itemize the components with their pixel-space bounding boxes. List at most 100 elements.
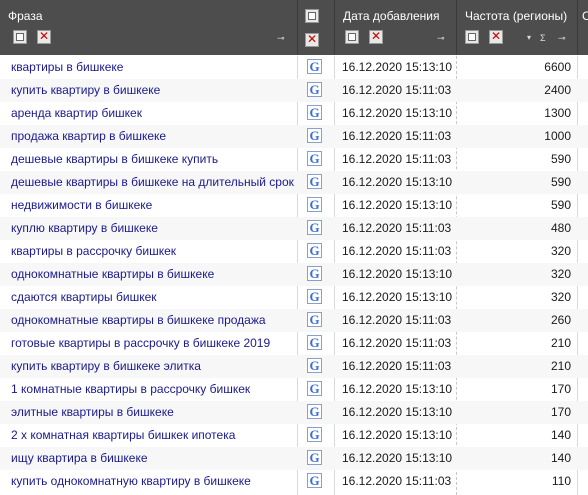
phrase-link[interactable]: дешевые квартиры в бишкеке на длительный… [11, 171, 294, 194]
clear-filter-icon[interactable]: ✕ [305, 32, 319, 47]
phrase-link[interactable]: недвижимости в бишкеке [11, 194, 152, 217]
pin-icon[interactable]: ⊸ [277, 33, 285, 44]
phrase-link[interactable]: элитные квартиры в бишкеке [11, 401, 174, 424]
google-g-icon[interactable]: G [307, 335, 322, 350]
table-row[interactable]: элитные квартиры в бишкеке G 16.12.2020 15… [0, 401, 588, 424]
table-row[interactable]: купить квартиру в бишкеке G 16.12.2020 15:… [0, 79, 588, 102]
table-row[interactable]: ищу квартира в бишкеке G 16.12.2020 15:13:… [0, 447, 588, 470]
table-row[interactable]: квартиры в бишкеке G 16.12.2020 15:13:10 66… [0, 56, 588, 79]
frequency-cell: 210 [550, 336, 571, 350]
table-row[interactable]: дешевые квартиры в бишкеке купить G 16.12.… [0, 148, 588, 171]
phrase-link[interactable]: сдаются квартиры бишкек [11, 286, 157, 309]
frequency-cell: 210 [550, 359, 571, 373]
google-g-icon[interactable]: G [307, 220, 322, 235]
column-header-phrase[interactable]: Фраза ✕ ⊸ [0, 0, 297, 55]
frequency-cell: 170 [550, 382, 571, 396]
google-g-icon[interactable]: G [307, 266, 322, 281]
frequency-cell: 260 [550, 313, 571, 327]
column-header-source[interactable]: ✕ [298, 0, 334, 55]
date-added-cell: 16.12.2020 15:13:10 [342, 267, 453, 281]
date-added-cell: 16.12.2020 15:11:03 [342, 474, 452, 488]
google-g-icon[interactable]: G [307, 450, 322, 465]
google-g-icon[interactable]: G [307, 289, 322, 304]
phrase-link[interactable]: дешевые квартиры в бишкеке купить [11, 148, 218, 171]
clear-filter-icon[interactable]: ✕ [369, 29, 383, 44]
date-added-cell: 16.12.2020 15:11:03 [342, 313, 452, 327]
table-row[interactable]: аренда квартир бишкек G 16.12.2020 15:13:1… [0, 102, 588, 125]
phrase-link[interactable]: аренда квартир бишкек [11, 102, 142, 125]
table-row[interactable]: куплю квартиру в бишкеке G 16.12.2020 15:1… [0, 217, 588, 240]
google-g-icon[interactable]: G [307, 473, 322, 488]
date-added-cell: 16.12.2020 15:13:10 [342, 198, 453, 212]
column-header-extra[interactable]: С [578, 0, 588, 55]
phrase-link[interactable]: ищу квартира в бишкеке [11, 447, 148, 470]
google-g-icon[interactable]: G [307, 381, 322, 396]
google-g-icon[interactable]: G [307, 59, 322, 74]
column-title-phrase: Фраза [8, 9, 43, 23]
table-row[interactable]: квартиры в рассрочку бишкек G 16.12.2020 1… [0, 240, 588, 263]
frequency-cell: 320 [550, 267, 571, 281]
google-g-icon[interactable]: G [307, 105, 322, 120]
date-added-cell: 16.12.2020 15:11:03 [342, 152, 452, 166]
table-header: Фраза ✕ ⊸ ✕ Дата добавления ✕ ⊸ Частота … [0, 0, 588, 55]
date-added-cell: 16.12.2020 15:13:10 [342, 290, 453, 304]
column-header-date[interactable]: Дата добавления ✕ ⊸ [335, 0, 456, 55]
table-row[interactable]: однокомнатные квартиры в бишкеке G 16.12.2… [0, 263, 588, 286]
table-row[interactable]: купить квартиру в бишкеке элитка G 16.12.2… [0, 355, 588, 378]
frequency-cell: 140 [550, 451, 571, 465]
phrase-link[interactable]: квартиры в бишкеке [11, 56, 123, 79]
table-row[interactable]: сдаются квартиры бишкек G 16.12.2020 15:13… [0, 286, 588, 309]
filter-icon[interactable] [305, 9, 319, 23]
phrase-link[interactable]: однокомнатные квартиры в бишкеке продажа [11, 309, 266, 332]
phrase-link[interactable]: купить квартиру в бишкеке элитка [11, 355, 201, 378]
google-g-icon[interactable]: G [307, 243, 322, 258]
date-added-cell: 16.12.2020 15:11:03 [342, 129, 452, 143]
frequency-cell: 590 [550, 152, 571, 166]
table-row[interactable]: недвижимости в бишкеке G 16.12.2020 15:13:… [0, 194, 588, 217]
date-added-cell: 16.12.2020 15:11:03 [342, 244, 452, 258]
pin-icon[interactable]: ⊸ [437, 33, 445, 44]
sigma-label: Σ [540, 33, 546, 43]
table-row[interactable]: продажа квартир в бишкеке G 16.12.2020 15:… [0, 125, 588, 148]
table-row[interactable]: дешевые квартиры в бишкеке на длительный… [0, 171, 588, 194]
phrase-link[interactable]: продажа квартир в бишкеке [11, 125, 166, 148]
frequency-cell: 590 [550, 198, 571, 212]
phrase-link[interactable]: однокомнатные квартиры в бишкеке [11, 263, 214, 286]
clear-filter-icon[interactable]: ✕ [489, 29, 503, 44]
filter-icon[interactable] [13, 30, 27, 44]
google-g-icon[interactable]: G [307, 174, 322, 189]
google-g-icon[interactable]: G [307, 312, 322, 327]
google-g-icon[interactable]: G [307, 358, 322, 373]
column-title-date: Дата добавления [343, 9, 440, 23]
table-row[interactable]: однокомнатные квартиры в бишкеке продажа… [0, 309, 588, 332]
clear-filter-icon[interactable]: ✕ [37, 29, 51, 44]
phrase-link[interactable]: куплю квартиру в бишкеке [11, 217, 158, 240]
sort-arrows-icon[interactable]: ▾ [527, 33, 531, 42]
google-g-icon[interactable]: G [307, 197, 322, 212]
filter-icon[interactable] [465, 30, 479, 44]
google-g-icon[interactable]: G [307, 404, 322, 419]
frequency-cell: 170 [550, 405, 571, 419]
frequency-cell: 6600 [544, 60, 571, 74]
date-added-cell: 16.12.2020 15:13:10 [342, 428, 453, 442]
table-row[interactable]: купить однокомнатную квартиру в бишкеке G… [0, 470, 588, 493]
date-added-cell: 16.12.2020 15:13:10 [342, 60, 453, 74]
google-g-icon[interactable]: G [307, 128, 322, 143]
pin-icon[interactable]: ⊸ [558, 33, 566, 44]
google-g-icon[interactable]: G [307, 151, 322, 166]
filter-icon[interactable] [345, 30, 359, 44]
column-header-frequency[interactable]: Частота (регионы) ✕ ▾ Σ ⊸ [457, 0, 577, 55]
phrase-link[interactable]: купить квартиру в бишкеке [11, 79, 160, 102]
date-added-cell: 16.12.2020 15:11:03 [342, 221, 452, 235]
phrase-link[interactable]: купить однокомнатную квартиру в бишкеке [11, 470, 251, 493]
phrase-link[interactable]: квартиры в рассрочку бишкек [11, 240, 176, 263]
google-g-icon[interactable]: G [307, 427, 322, 442]
table-row[interactable]: 2 х комнатная квартиры бишкек ипотека G 16… [0, 424, 588, 447]
phrase-link[interactable]: готовые квартиры в рассрочку в бишкеке 2… [11, 332, 270, 355]
phrase-link[interactable]: 2 х комнатная квартиры бишкек ипотека [11, 424, 235, 447]
frequency-cell: 1000 [544, 129, 571, 143]
google-g-icon[interactable]: G [307, 82, 322, 97]
table-row[interactable]: 1 комнатные квартиры в рассрочку бишкек G… [0, 378, 588, 401]
phrase-link[interactable]: 1 комнатные квартиры в рассрочку бишкек [11, 378, 250, 401]
table-row[interactable]: готовые квартиры в рассрочку в бишкеке 2… [0, 332, 588, 355]
